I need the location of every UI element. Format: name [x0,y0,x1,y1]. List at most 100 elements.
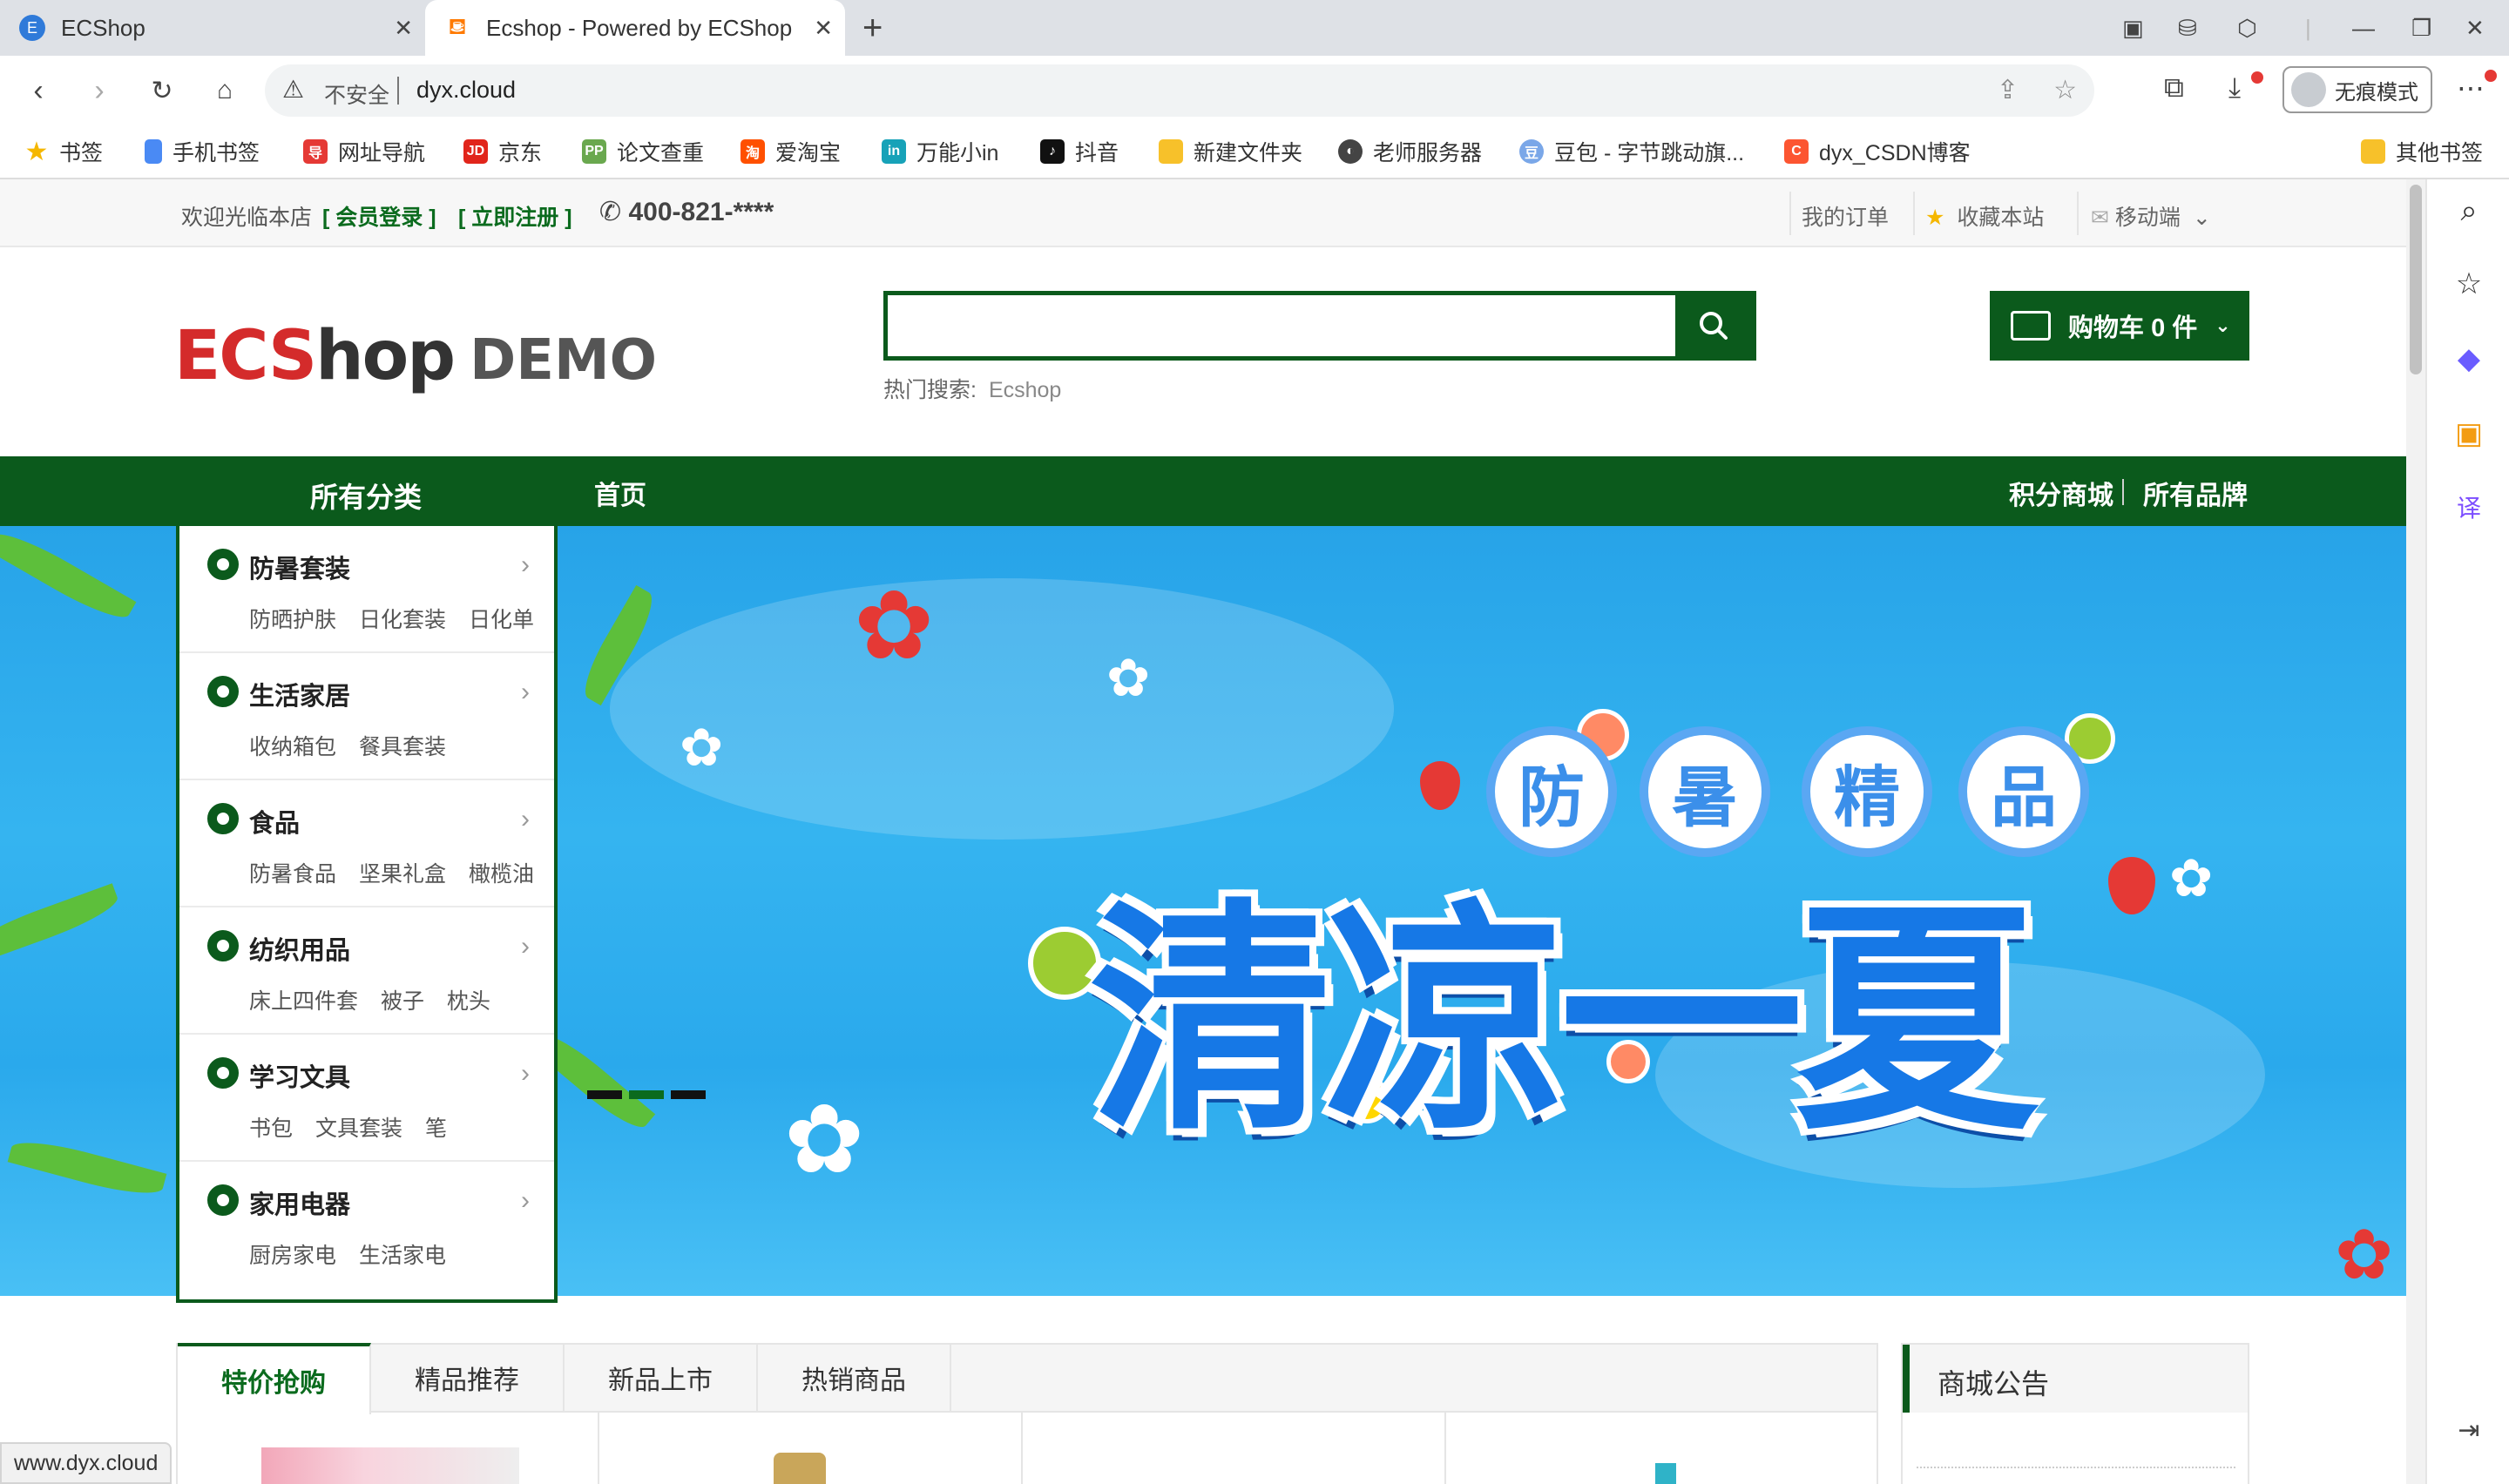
nav-all-brands[interactable]: 所有品牌 [2143,474,2248,512]
scroll-thumb[interactable] [2410,185,2422,374]
share-icon[interactable]: ⇪ [1997,75,2019,105]
subcategory-link[interactable]: 枕头 [447,984,490,1015]
new-tab-button[interactable]: + [862,9,883,47]
incognito-badge[interactable]: 无痕模式 [2282,66,2432,113]
product-image[interactable] [1655,1463,1676,1484]
reload-button[interactable]: ↻ [143,71,181,110]
category-item[interactable]: 纺织用品 › 床上四件套 被子 枕头 [179,907,554,1035]
minimize-button[interactable]: — [2352,0,2375,56]
bookmark-item[interactable]: JD 京东 [463,134,542,169]
search-button[interactable] [1675,291,1752,361]
tab-hot-sellers[interactable]: 热销商品 [758,1343,951,1413]
product-card[interactable] [178,1413,599,1484]
favorites-icon[interactable]: ☆ [2450,265,2488,303]
hot-search: 热门搜索: Ecshop [883,378,1062,402]
close-tab-icon[interactable]: ✕ [394,15,413,42]
bookmark-item[interactable]: 手机书签 [145,134,260,169]
slide-indicator[interactable] [587,1090,622,1099]
white-flower-icon: ✿ [680,718,724,777]
incognito-icon[interactable]: ⛁ [2178,0,2197,56]
subcategory-link[interactable]: 坚果礼盒 [359,857,446,888]
product-image[interactable] [261,1447,519,1484]
subcategory-link[interactable]: 餐具套装 [359,730,446,761]
collapse-sidebar-icon[interactable]: ⇥ [2450,1411,2488,1449]
url-text[interactable]: dyx.cloud [416,77,516,104]
tab-search-icon[interactable]: ▣ [2122,0,2144,56]
subcategory-link[interactable]: 文具套装 [315,1111,402,1143]
category-item[interactable]: 食品 › 防暑食品 坚果礼盒 橄榄油 [179,780,554,907]
menu-icon[interactable]: ⋯ [2457,71,2485,105]
subcategory-link[interactable]: 生活家电 [359,1238,446,1270]
subcategory-link[interactable]: 书包 [249,1111,293,1143]
nav-points-mall[interactable]: 积分商城 [2009,474,2113,512]
login-link[interactable]: [ 会员登录 ] [322,200,436,232]
product-image[interactable] [774,1453,826,1484]
restore-button[interactable]: ❐ [2411,0,2431,56]
extension-icon[interactable]: ⬡ [2237,0,2257,56]
address-bar[interactable]: ⚠ 不安全 dyx.cloud ⇪ ☆ [265,64,2094,117]
tab-recommended[interactable]: 精品推荐 [371,1343,565,1413]
subcategory-link[interactable]: 笔 [425,1111,447,1143]
all-categories[interactable]: 所有分类 [310,476,422,516]
game-icon[interactable]: ◆ [2450,340,2488,378]
register-link[interactable]: [ 立即注册 ] [458,200,572,232]
bookmark-item[interactable]: 淘爱淘宝 [741,134,841,169]
avatar [2291,72,2326,107]
cart-button[interactable]: 购物车 0 件 ⌄ [1990,291,2249,361]
category-item[interactable]: 家用电器 › 厨房家电 生活家电 [179,1162,554,1289]
browser-tab-active[interactable]: ⛾ Ecshop - Powered by ECShop ✕ [425,0,845,56]
subcategory-link[interactable]: 橄榄油 [469,857,534,888]
translate-icon[interactable]: 译 [2450,488,2488,526]
site-logo[interactable]: ECShop DEMO [174,317,657,395]
page-scrollbar[interactable] [2406,179,2425,1484]
category-item[interactable]: 生活家居 › 收纳箱包 餐具套装 [179,653,554,780]
bookmark-star-icon[interactable]: ☆ [2053,75,2077,105]
slide-indicator[interactable] [671,1090,706,1099]
close-tab-icon[interactable]: ✕ [814,15,833,42]
product-card[interactable] [599,1413,1023,1484]
nav-home[interactable]: 首页 [594,474,646,512]
toolbox-icon[interactable]: ▣ [2450,415,2488,453]
hot-keyword-link[interactable]: Ecshop [989,378,1061,402]
category-item[interactable]: 防暑套装 › 防晒护肤 日化套装 日化单 [179,526,554,653]
slide-indicator[interactable] [629,1090,664,1099]
subcategory-link[interactable]: 被子 [381,984,424,1015]
category-item[interactable]: 学习文具 › 书包 文具套装笔 [179,1035,554,1162]
bookmark-item[interactable]: ♪ 抖音 [1040,134,1119,169]
bookmark-item[interactable]: Cdyx_CSDN博客 [1784,134,1971,169]
subcategory-link[interactable]: 防晒护肤 [249,603,336,634]
phone-icon: ✆ [599,198,629,226]
close-window-button[interactable]: ✕ [2465,0,2485,56]
bookmark-item[interactable]: 豆豆包 - 字节跳动旗... [1519,134,1744,169]
subcategory-link[interactable]: 日化单 [469,603,534,634]
product-card[interactable] [1446,1413,1878,1484]
cart-icon [2011,311,2051,341]
bookmark-item[interactable]: 导网址导航 [303,134,425,169]
back-button[interactable]: ‹ [19,71,57,110]
bookmark-item[interactable]: ◐ 老师服务器 [1338,134,1482,169]
mobile-link[interactable]: ✉ 移动端 ⌄ [2091,200,2211,232]
search-input[interactable] [888,295,1681,356]
my-orders-link[interactable]: 我的订单 [1802,200,1889,232]
browser-tab-ecshop[interactable]: E ECShop ✕ [0,0,425,56]
leaf-decoration [7,1133,167,1203]
subcategory-link[interactable]: 收纳箱包 [249,730,336,761]
other-bookmarks[interactable]: 其他书签 [2361,134,2483,169]
bookmark-item[interactable]: PP 论文查重 [582,134,704,169]
favorite-link[interactable]: ★ 收藏本站 [1925,200,2044,232]
subcategory-link[interactable]: 床上四件套 [249,984,358,1015]
bookmark-item[interactable]: 新建文件夹 [1159,134,1302,169]
product-card[interactable] [1023,1413,1446,1484]
forward-button[interactable]: › [80,71,118,110]
subcategory-link[interactable]: 防暑食品 [249,857,336,888]
tab-new-arrivals[interactable]: 新品上市 [565,1343,758,1413]
home-button[interactable]: ⌂ [206,71,244,110]
bookmark-item[interactable]: in 万能小in [882,134,998,169]
subcategory-link[interactable]: 日化套装 [359,603,446,634]
extensions-icon[interactable]: ⧉ [2164,71,2184,105]
subcategory-link[interactable]: 厨房家电 [249,1238,336,1270]
search-icon[interactable]: ⌕ [2450,192,2488,230]
downloads-icon[interactable]: ⤓ [2228,71,2241,105]
tab-special-offer[interactable]: 特价抢购 [178,1343,371,1414]
bookmark-item[interactable]: ★ 书签 [24,134,103,169]
